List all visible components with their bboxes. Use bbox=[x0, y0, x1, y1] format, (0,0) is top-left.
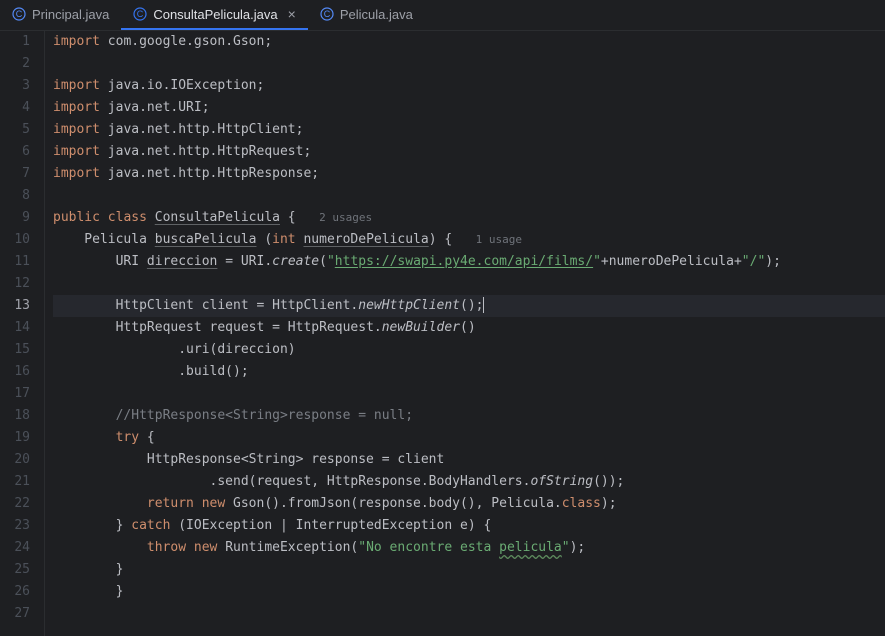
code-line: HttpResponse<String> response = client bbox=[53, 449, 885, 471]
code-line bbox=[53, 603, 885, 625]
code-line: URI direccion = URI.create("https://swap… bbox=[53, 251, 885, 273]
svg-text:C: C bbox=[324, 9, 331, 19]
code-line: } bbox=[53, 581, 885, 603]
code-line: import com.google.gson.Gson; bbox=[53, 31, 885, 53]
usage-hint: 1 usage bbox=[476, 233, 522, 246]
code-line: import java.io.IOException; bbox=[53, 75, 885, 97]
close-icon[interactable]: × bbox=[288, 6, 296, 22]
tab-label: ConsultaPelicula.java bbox=[153, 7, 277, 22]
code-line: import java.net.http.HttpRequest; bbox=[53, 141, 885, 163]
code-line: //HttpResponse<String>response = null; bbox=[53, 405, 885, 427]
code-line-current: HttpClient client = HttpClient.newHttpCl… bbox=[53, 295, 885, 317]
java-class-icon: C bbox=[133, 7, 147, 21]
code-line: import java.net.http.HttpResponse; bbox=[53, 163, 885, 185]
code-line: import java.net.http.HttpClient; bbox=[53, 119, 885, 141]
code-line bbox=[53, 383, 885, 405]
code-line bbox=[53, 273, 885, 295]
code-line bbox=[53, 185, 885, 207]
code-line: throw new RuntimeException("No encontre … bbox=[53, 537, 885, 559]
code-editor[interactable]: 1234567891011121314151617181920212223242… bbox=[0, 31, 885, 636]
code-area[interactable]: import com.google.gson.Gson; import java… bbox=[45, 31, 885, 636]
editor-tabs: C Principal.java C ConsultaPelicula.java… bbox=[0, 0, 885, 31]
svg-text:C: C bbox=[16, 9, 23, 19]
code-line: .uri(direccion) bbox=[53, 339, 885, 361]
code-line: .send(request, HttpResponse.BodyHandlers… bbox=[53, 471, 885, 493]
code-line: Pelicula buscaPelicula (int numeroDePeli… bbox=[53, 229, 885, 251]
code-line: } bbox=[53, 559, 885, 581]
code-line: public class ConsultaPelicula { 2 usages bbox=[53, 207, 885, 229]
code-line: .build(); bbox=[53, 361, 885, 383]
code-line bbox=[53, 53, 885, 75]
java-class-icon: C bbox=[12, 7, 26, 21]
code-line: import java.net.URI; bbox=[53, 97, 885, 119]
code-line: return new Gson().fromJson(response.body… bbox=[53, 493, 885, 515]
tab-label: Principal.java bbox=[32, 7, 109, 22]
code-line: try { bbox=[53, 427, 885, 449]
text-cursor bbox=[483, 297, 484, 313]
java-class-icon: C bbox=[320, 7, 334, 21]
code-line: HttpRequest request = HttpRequest.newBui… bbox=[53, 317, 885, 339]
tab-pelicula[interactable]: C Pelicula.java bbox=[308, 0, 425, 30]
line-number-gutter: 1234567891011121314151617181920212223242… bbox=[0, 31, 45, 636]
code-line: } catch (IOException | InterruptedExcept… bbox=[53, 515, 885, 537]
tab-label: Pelicula.java bbox=[340, 7, 413, 22]
tab-principal[interactable]: C Principal.java bbox=[0, 0, 121, 30]
usage-hint: 2 usages bbox=[319, 211, 372, 224]
tab-consulta-pelicula[interactable]: C ConsultaPelicula.java × bbox=[121, 0, 307, 30]
svg-text:C: C bbox=[137, 9, 144, 19]
